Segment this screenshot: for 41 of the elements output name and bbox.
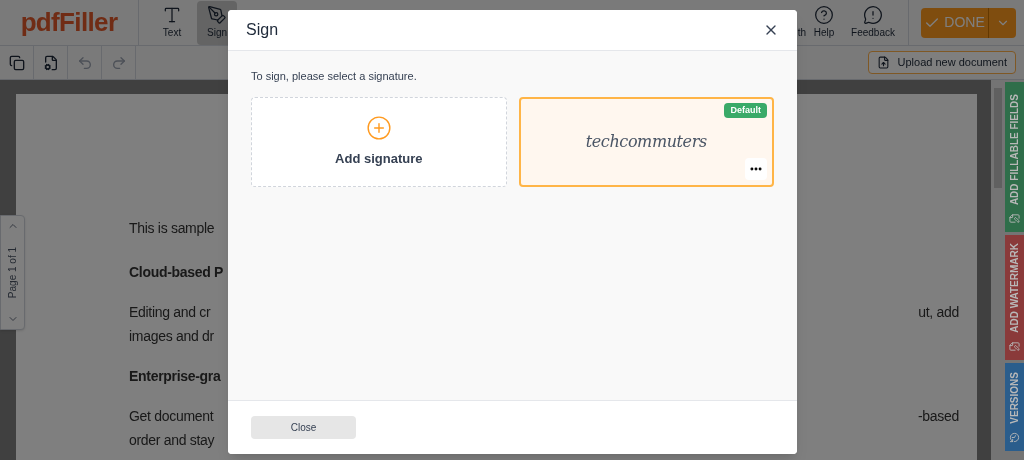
redo-icon[interactable]: [110, 54, 127, 71]
toolbar-button[interactable]: th: [786, 0, 806, 45]
document-text: ut, add: [918, 303, 959, 322]
document-text: This is sample: [129, 219, 215, 238]
upload-button[interactable]: Upload new document: [867, 51, 1016, 74]
document-icon: [1009, 341, 1020, 352]
toolbar-button[interactable]: Text: [147, 0, 197, 45]
document-text: Editing and cr: [129, 303, 211, 322]
default-badge: Default: [724, 102, 767, 118]
document-heading: Enterprise-gra: [129, 367, 221, 386]
clock-icon: [1009, 432, 1020, 443]
plus-icon: [365, 114, 392, 141]
text-icon: [162, 5, 182, 25]
more-button[interactable]: [745, 157, 767, 180]
close-button[interactable]: Close: [251, 416, 356, 439]
page-indicator: Page 1 of 1: [6, 246, 19, 299]
dialog-title: Sign: [246, 20, 279, 40]
dropdown-button[interactable]: [988, 7, 1016, 38]
side-tab[interactable]: ADD FILLABLE FIELDS: [1005, 82, 1024, 232]
file-upload-icon: [876, 56, 890, 69]
side-tab[interactable]: VERSIONS: [1005, 363, 1024, 451]
document-text: order and stay: [129, 431, 215, 450]
pen-icon: [207, 5, 227, 25]
document-text: Get document: [129, 407, 214, 426]
logo: pdfFiller: [19, 6, 119, 39]
signature-card[interactable]: Default techcommuters: [518, 96, 774, 187]
help-icon: [814, 5, 834, 25]
document-heading: Cloud-based P: [129, 263, 224, 282]
toolbar-button[interactable]: Help: [806, 0, 842, 45]
document-icon: [1009, 213, 1020, 224]
speech-bubble-icon: [863, 5, 883, 25]
add-signature-card[interactable]: Add signature: [251, 96, 507, 187]
document-gear-icon[interactable]: [42, 54, 59, 71]
document-text: images and dr: [129, 327, 214, 346]
document-text: -based: [918, 407, 959, 426]
side-tab[interactable]: ADD WATERMARK: [1005, 235, 1024, 360]
instruction-text: To sign, please select a signature.: [251, 69, 418, 84]
copy-icon[interactable]: [8, 54, 25, 71]
signature-text: techcommuters: [585, 130, 707, 153]
undo-icon[interactable]: [76, 54, 93, 71]
toolbar-button[interactable]: Feedback: [842, 0, 904, 45]
